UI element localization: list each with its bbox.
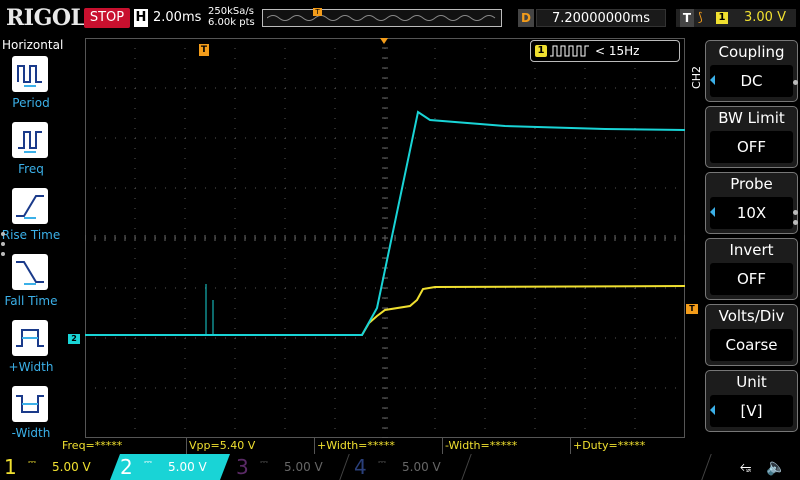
channel-status-bar: 1 ⎓ 5.00 V 2 ⎓ 5.00 V 3 ⎓ 5.00 V 4 ⎓ 5.0… [0, 454, 800, 480]
measure-period-label: Period [12, 96, 50, 110]
channel-4-status[interactable]: 4 ⎓ 5.00 V [350, 454, 465, 480]
channel-2-scale: 5.00 V [168, 460, 207, 474]
period-icon [12, 56, 48, 92]
dc-coupling-icon: ⎓ [28, 457, 36, 468]
bw-limit-menu-item[interactable]: BW Limit OFF [705, 106, 798, 168]
coupling-menu-item[interactable]: Coupling DC [705, 40, 798, 102]
menu-indicator-dot [793, 220, 798, 225]
unit-value: [V] [710, 395, 793, 427]
trigger-time-marker[interactable]: T [199, 44, 209, 56]
channel-menu-tab: CH2 [690, 66, 703, 89]
measure-negative-width-label: -Width [11, 426, 51, 440]
invert-menu-item[interactable]: Invert OFF [705, 238, 798, 300]
trigger-level: 3.00 V [744, 10, 786, 25]
speaker-muted-icon[interactable]: 🔈 [766, 457, 786, 476]
horizontal-delay[interactable]: 7.20000000ms [536, 9, 666, 27]
ch2-waveform [85, 110, 685, 336]
channel-3-status[interactable]: 3 ⎓ 5.00 V [232, 454, 347, 480]
channel-4-number: 4 [354, 455, 367, 479]
probe-value: 10X [710, 197, 793, 229]
measure-freq-button[interactable]: Freq [6, 122, 56, 182]
bw-limit-title: BW Limit [718, 109, 785, 127]
measure-period-button[interactable]: Period [6, 56, 56, 116]
fall-time-icon [12, 254, 48, 290]
channel-4-scale: 5.00 V [402, 460, 441, 474]
measure-category-title: Horizontal [2, 38, 64, 52]
measure-freq-label: Freq [18, 162, 44, 176]
rise-time-icon [12, 188, 48, 224]
channel-1-scale: 5.00 V [52, 460, 91, 474]
counter-value: < 15Hz [595, 44, 640, 58]
timebase-value[interactable]: 2.00ms [153, 10, 201, 25]
channel-1-number: 1 [4, 455, 17, 479]
channel-2-number: 2 [120, 455, 133, 479]
trigger-source: 1 [716, 12, 728, 24]
rising-edge-icon: ⟆ [698, 10, 703, 24]
waveform-display [85, 110, 685, 336]
negative-width-icon [12, 386, 48, 422]
memory-overview-waveform [267, 15, 496, 21]
ch2-reference-marker[interactable]: 2 [68, 334, 80, 344]
coupling-title: Coupling [718, 43, 785, 61]
dc-coupling-icon: ⎓ [378, 457, 386, 468]
trigger-badge: T [680, 9, 694, 27]
measure-positive-width-label: +Width [8, 360, 54, 374]
measure-rise-time-button[interactable]: Rise Time [2, 188, 60, 248]
pulse-train-icon [550, 45, 589, 57]
measure-panel: Horizontal Period Freq Rise Time Fall Ti… [0, 36, 64, 454]
frequency-icon [12, 122, 48, 158]
ch1-waveform [85, 285, 685, 336]
memory-depth: 6.00k pts [208, 17, 255, 28]
menu-indicator-dot [793, 210, 798, 215]
channel-3-number: 3 [236, 455, 249, 479]
frequency-counter: 1 < 15Hz [530, 40, 680, 62]
delay-badge: D [518, 9, 534, 27]
positive-width-icon [12, 320, 48, 356]
measure-vpp-result[interactable]: Vpp=5.40 V [186, 438, 314, 454]
measure-freq-result[interactable]: Freq=***** [60, 438, 186, 454]
run-stop-status[interactable]: STOP [84, 8, 130, 28]
coupling-value: DC [710, 65, 793, 97]
channel-2-status[interactable]: 2 ⎓ 5.00 V [110, 454, 230, 480]
brand-logo: RIGOL [6, 5, 86, 31]
measure-negative-width-button[interactable]: -Width [6, 386, 56, 446]
volts-div-menu-item[interactable]: Volts/Div Coarse [705, 304, 798, 366]
top-status-bar: RIGOL STOP H 2.00ms 250kSa/s 6.00k pts T… [0, 0, 800, 36]
memory-overview-bar: T [262, 8, 502, 27]
measure-fall-time-label: Fall Time [4, 294, 58, 308]
counter-channel-badge: 1 [535, 45, 547, 57]
measure-negative-width-result[interactable]: -Width=***** [442, 438, 570, 454]
left-arrow-icon [710, 405, 715, 415]
trigger-position-marker[interactable] [380, 38, 388, 44]
page-indicator-dots [1, 232, 5, 262]
trigger-level-marker[interactable]: T [686, 304, 698, 314]
measurement-results-bar: Freq=***** Vpp=5.40 V +Width=***** -Widt… [60, 438, 700, 454]
usb-icon: ⭂ [740, 459, 752, 475]
trigger-status[interactable]: T ⟆ 1 3.00 V [676, 9, 796, 27]
unit-title: Unit [736, 373, 767, 391]
left-arrow-icon [710, 75, 715, 85]
measure-positive-duty-result[interactable]: +Duty=***** [570, 438, 698, 454]
probe-menu-item[interactable]: Probe 10X [705, 172, 798, 234]
bw-limit-value: OFF [710, 131, 793, 163]
volts-div-title: Volts/Div [718, 307, 785, 325]
invert-value: OFF [710, 263, 793, 295]
menu-indicator-dot [793, 80, 798, 85]
channel-1-status[interactable]: 1 ⎓ 5.00 V [0, 454, 110, 480]
measure-rise-time-label: Rise Time [1, 228, 61, 242]
invert-title: Invert [729, 241, 774, 259]
volts-div-value: Coarse [710, 329, 793, 361]
measure-positive-width-button[interactable]: +Width [6, 320, 56, 380]
dc-coupling-icon: ⎓ [144, 457, 152, 468]
channel-3-scale: 5.00 V [284, 460, 323, 474]
memory-trigger-icon: T [313, 8, 322, 16]
left-arrow-icon [710, 207, 715, 217]
probe-title: Probe [730, 175, 773, 193]
dc-coupling-icon: ⎓ [260, 457, 268, 468]
unit-menu-item[interactable]: Unit [V] [705, 370, 798, 432]
divider [701, 454, 712, 480]
measure-positive-width-result[interactable]: +Width=***** [314, 438, 442, 454]
measure-fall-time-button[interactable]: Fall Time [4, 254, 58, 314]
timebase-badge: H [134, 9, 148, 27]
